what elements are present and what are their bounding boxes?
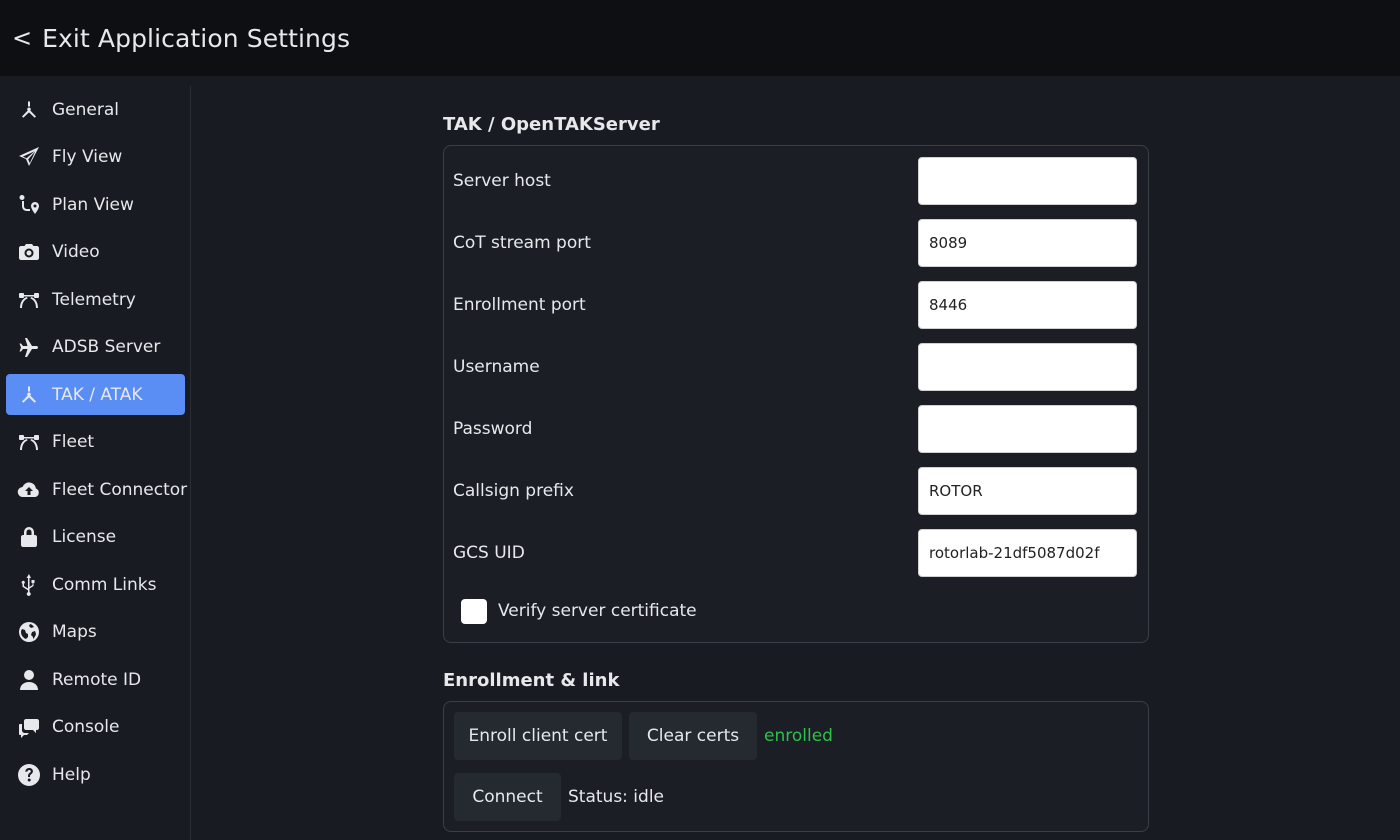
enrollment-status-badge: enrolled xyxy=(764,726,833,746)
sidebar-item-label: TAK / ATAK xyxy=(52,384,143,405)
callsign-prefix-label: Callsign prefix xyxy=(453,481,574,501)
sidebar-item-help[interactable]: Help xyxy=(6,754,185,795)
cot-port-field[interactable] xyxy=(918,219,1137,267)
drone-icon xyxy=(16,382,42,408)
sidebar-item-fleet-connector[interactable]: Fleet Connector xyxy=(6,469,188,510)
sidebar-item-label: General xyxy=(52,99,119,120)
connect-button[interactable]: Connect xyxy=(454,773,561,821)
sidebar-item-label: Video xyxy=(52,241,100,262)
enrollment-section-title: Enrollment & link xyxy=(443,670,620,691)
sidebar-item-label: Fleet xyxy=(52,431,95,452)
verify-certificate-label[interactable]: Verify server certificate xyxy=(498,601,697,621)
sidebar-item-label: Remote ID xyxy=(52,669,142,690)
gcs-uid-field[interactable] xyxy=(918,529,1137,577)
globe-icon xyxy=(16,619,42,645)
sidebar-item-telemetry[interactable]: Telemetry xyxy=(6,279,185,320)
sidebar-item-label: Maps xyxy=(52,621,97,642)
sidebar-item-label: Comm Links xyxy=(52,574,157,595)
question-circle-icon xyxy=(16,762,42,788)
clear-certs-button[interactable]: Clear certs xyxy=(629,712,757,760)
sidebar-item-label: Help xyxy=(52,764,91,785)
sidebar-item-label: Fly View xyxy=(52,146,123,167)
sidebar-item-maps[interactable]: Maps xyxy=(6,611,185,652)
bezier-curve-icon xyxy=(16,287,42,313)
sidebar-item-tak-atak[interactable]: TAK / ATAK xyxy=(6,374,185,415)
top-bar: < Exit Application Settings xyxy=(0,0,1400,76)
sidebar-item-remote-id[interactable]: Remote ID xyxy=(6,659,185,700)
username-label: Username xyxy=(453,357,540,377)
sidebar-item-fly-view[interactable]: Fly View xyxy=(6,136,185,177)
enrollment-port-label: Enrollment port xyxy=(453,295,586,315)
camera-icon xyxy=(16,239,42,265)
paper-plane-icon xyxy=(16,144,42,170)
user-icon xyxy=(16,667,42,693)
route-pin-icon xyxy=(16,192,42,218)
drone-icon xyxy=(16,97,42,123)
back-chevron-icon: < xyxy=(12,24,33,52)
exit-settings-button[interactable]: < Exit Application Settings xyxy=(0,0,350,76)
sidebar-item-console[interactable]: Console xyxy=(6,706,185,747)
sidebar-item-comm-links[interactable]: Comm Links xyxy=(6,564,185,605)
password-label: Password xyxy=(453,419,533,439)
comments-icon xyxy=(16,714,42,740)
sidebar-item-fleet[interactable]: Fleet xyxy=(6,421,185,462)
connection-status-text: Status: idle xyxy=(568,787,664,807)
callsign-prefix-field[interactable] xyxy=(918,467,1137,515)
username-field[interactable] xyxy=(918,343,1137,391)
sidebar-item-label: License xyxy=(52,526,117,547)
sidebar-item-label: Plan View xyxy=(52,194,134,215)
sidebar-item-label: ADSB Server xyxy=(52,336,161,357)
settings-sidebar: General Fly View Plan View Video Telemet… xyxy=(0,86,191,840)
lock-icon xyxy=(16,524,42,550)
cloud-upload-icon xyxy=(16,477,42,503)
sidebar-item-plan-view[interactable]: Plan View xyxy=(6,184,185,225)
enrollment-port-field[interactable] xyxy=(918,281,1137,329)
enroll-client-cert-button[interactable]: Enroll client cert xyxy=(454,712,622,760)
password-field[interactable] xyxy=(918,405,1137,453)
gcs-uid-label: GCS UID xyxy=(453,543,525,563)
sidebar-item-license[interactable]: License xyxy=(6,516,185,557)
server-host-label: Server host xyxy=(453,171,551,191)
server-host-field[interactable] xyxy=(918,157,1137,205)
bezier-curve-icon xyxy=(16,429,42,455)
sidebar-item-video[interactable]: Video xyxy=(6,231,185,272)
tak-section-title: TAK / OpenTAKServer xyxy=(443,114,660,135)
sidebar-item-adsb-server[interactable]: ADSB Server xyxy=(6,326,185,367)
airplane-icon xyxy=(16,334,42,360)
exit-settings-label: Exit Application Settings xyxy=(42,23,351,53)
verify-certificate-checkbox[interactable] xyxy=(461,599,487,624)
sidebar-item-label: Telemetry xyxy=(52,289,136,310)
sidebar-item-label: Console xyxy=(52,716,120,737)
sidebar-item-label: Fleet Connector xyxy=(52,479,188,500)
cot-port-label: CoT stream port xyxy=(453,233,591,253)
usb-icon xyxy=(16,572,42,598)
sidebar-item-general[interactable]: General xyxy=(6,89,185,130)
